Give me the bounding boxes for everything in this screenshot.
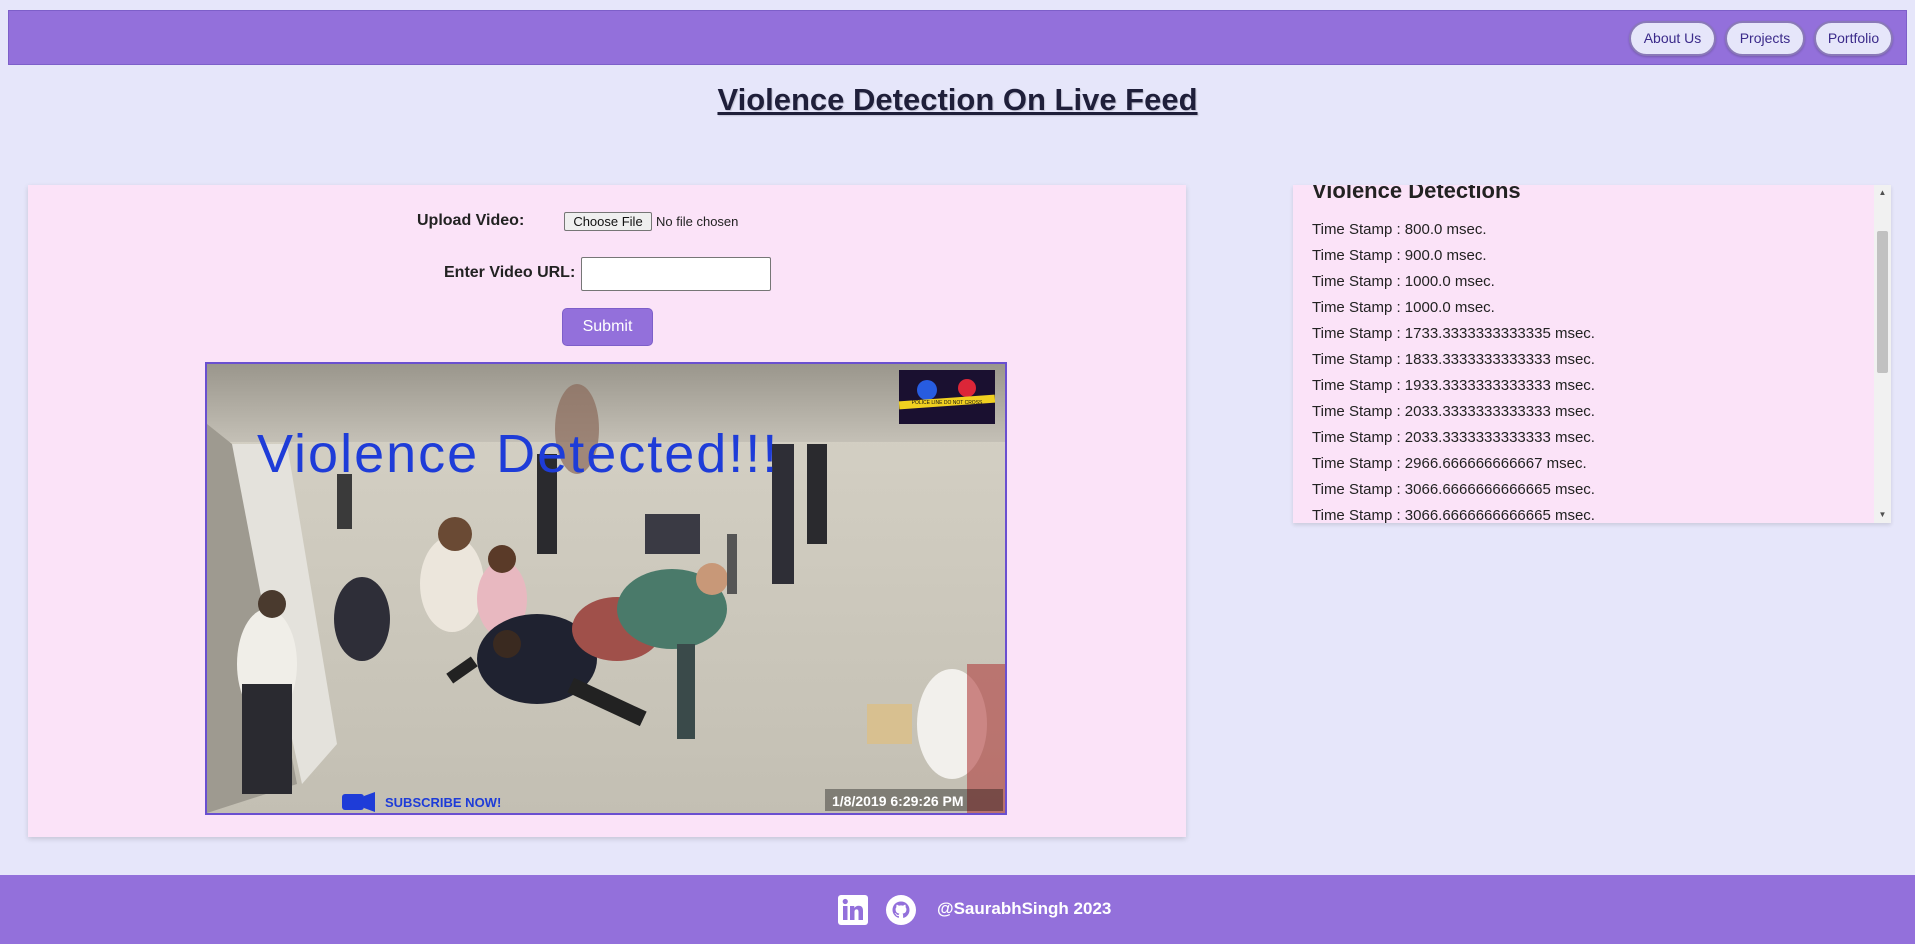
choose-file-button[interactable]: Choose File <box>564 212 652 231</box>
detections-title: Violence Detections <box>1312 185 1521 203</box>
list-item: Time Stamp : 900.0 msec. <box>1312 247 1487 264</box>
linkedin-icon[interactable] <box>838 895 868 925</box>
detections-list: Time Stamp : 800.0 msec. Time Stamp : 90… <box>1312 217 1595 523</box>
video-url-label: Enter Video URL: <box>444 264 576 281</box>
list-item: Time Stamp : 800.0 msec. <box>1312 221 1487 238</box>
upload-card: Upload Video: Choose File No file chosen… <box>28 185 1186 837</box>
footer-copyright: @SaurabhSingh 2023 <box>937 899 1112 918</box>
top-edge <box>0 0 1915 8</box>
submit-button[interactable]: Submit <box>562 308 653 346</box>
list-item: Time Stamp : 3066.6666666666665 msec. <box>1312 481 1595 498</box>
list-item: Time Stamp : 2966.666666666667 msec. <box>1312 455 1587 472</box>
list-item: Time Stamp : 2033.3333333333333 msec. <box>1312 403 1595 420</box>
video-player[interactable]: POLICE LINE DO NOT CROSS Violence Detect… <box>205 362 1007 815</box>
nav-portfolio-button[interactable]: Portfolio <box>1814 21 1893 56</box>
violence-detected-overlay: Violence Detected!!! <box>257 424 779 484</box>
top-navbar: About Us Projects Portfolio <box>8 10 1907 65</box>
scroll-up-arrow-icon[interactable]: ▲ <box>1874 185 1891 201</box>
subscribe-text: SUBSCRIBE NOW! <box>385 795 501 810</box>
list-item: Time Stamp : 1000.0 msec. <box>1312 299 1495 316</box>
list-item: Time Stamp : 1933.3333333333333 msec. <box>1312 377 1595 394</box>
github-icon[interactable] <box>886 895 916 925</box>
police-tape-text: POLICE LINE DO NOT CROSS <box>912 400 983 406</box>
scroll-down-arrow-icon[interactable]: ▼ <box>1874 507 1891 523</box>
page-title: Violence Detection On Live Feed <box>717 82 1198 117</box>
detections-panel[interactable]: Violence Detections Time Stamp : 800.0 m… <box>1293 185 1891 523</box>
file-status-text: No file chosen <box>656 214 739 229</box>
list-item: Time Stamp : 2033.3333333333333 msec. <box>1312 429 1595 446</box>
video-url-input[interactable] <box>581 257 771 291</box>
nav-about-us-button[interactable]: About Us <box>1629 21 1716 56</box>
footer: @SaurabhSingh 2023 <box>0 875 1915 944</box>
detections-scrollbar[interactable]: ▲ ▼ <box>1874 185 1891 523</box>
list-item: Time Stamp : 1833.3333333333333 msec. <box>1312 351 1595 368</box>
list-item: Time Stamp : 1000.0 msec. <box>1312 273 1495 290</box>
video-camera-icon <box>342 794 364 810</box>
scroll-thumb[interactable] <box>1877 231 1888 373</box>
list-item: Time Stamp : 3066.6666666666665 msec. <box>1312 507 1595 523</box>
video-timestamp: 1/8/2019 6:29:26 PM <box>832 793 964 809</box>
list-item: Time Stamp : 1733.3333333333335 msec. <box>1312 325 1595 342</box>
nav-projects-button[interactable]: Projects <box>1725 21 1805 56</box>
video-frame: POLICE LINE DO NOT CROSS Violence Detect… <box>207 364 1005 813</box>
upload-video-label: Upload Video: <box>417 212 525 229</box>
